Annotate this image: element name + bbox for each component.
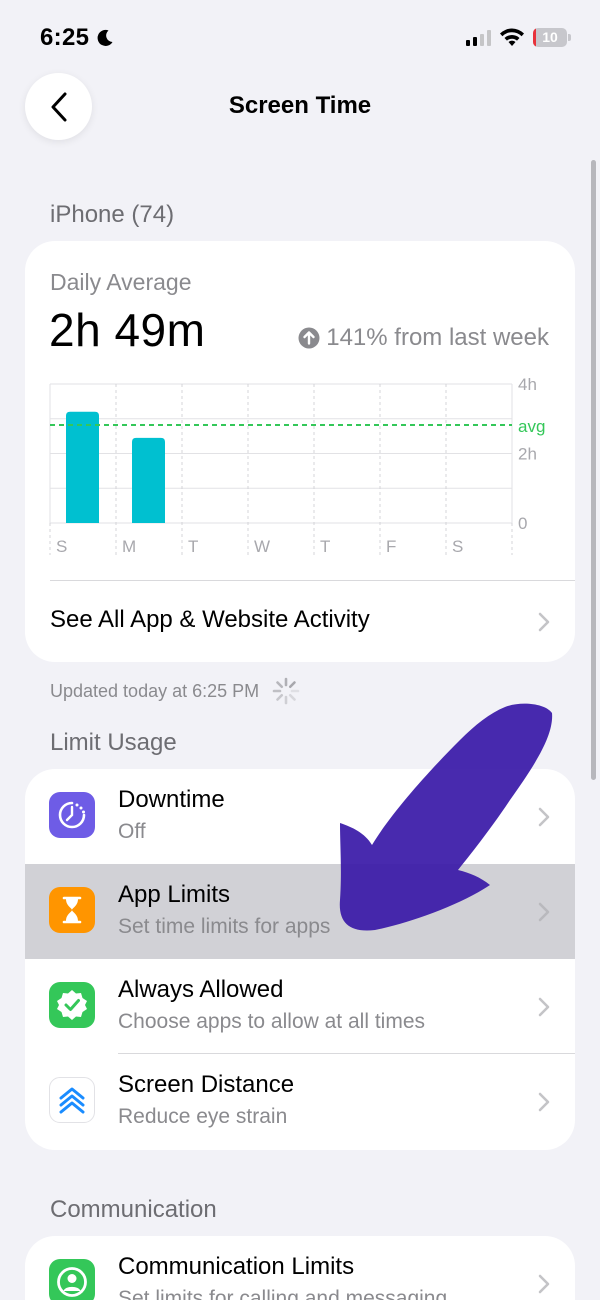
usage-bar-chart: S M T W T F Savg 0 2h 4h [49, 375, 545, 556]
moon-icon [97, 29, 113, 46]
status-bar: 6:25 10 [0, 0, 600, 76]
communication-limits-title: Communication Limits [118, 1253, 355, 1280]
device-section-header: iPhone (74) [50, 201, 175, 228]
chart-x-tick-label: M [122, 537, 136, 556]
chevron-right-icon [538, 1274, 550, 1294]
downtime-subtitle: Off [118, 820, 146, 843]
screen-distance-row[interactable]: Screen Distance Reduce eye strain [25, 1054, 575, 1149]
loading-spinner-icon [272, 677, 300, 705]
scroll-indicator[interactable] [591, 160, 596, 780]
communication-limits-row[interactable]: Communication Limits Set limits for call… [25, 1236, 575, 1300]
chart-x-tick-label: F [386, 537, 396, 556]
status-time-text: 6:25 [40, 24, 90, 51]
app-limits-title: App Limits [118, 881, 231, 908]
communication-card: Communication Limits Set limits for call… [25, 1236, 575, 1300]
battery-level-text: 10 [542, 29, 558, 45]
downtime-title: Downtime [118, 786, 225, 813]
spinner-spoke [276, 693, 284, 701]
downtime-icon [49, 792, 95, 838]
cellular-signal-icon [466, 30, 491, 46]
spinner-spoke [276, 681, 284, 689]
updated-text: Updated today at 6:25 PM [50, 680, 260, 701]
updated-status: Updated today at 6:25 PM [50, 676, 301, 706]
chevron-right-icon [538, 807, 550, 827]
chart-x-tick-label: S [56, 537, 67, 556]
chart-x-tick-label: T [320, 537, 330, 556]
always-allowed-title: Always Allowed [118, 976, 284, 1003]
screen-distance-icon [49, 1077, 95, 1123]
chart-x-tick-label: S [452, 537, 463, 556]
spinner-spoke [289, 681, 296, 689]
chevron-right-icon [538, 902, 550, 922]
daily-average-label: Daily Average [50, 269, 192, 295]
status-time: 6:25 [40, 24, 115, 52]
chart-y-tick-label: 4h [518, 375, 537, 394]
page-title: Screen Time [228, 92, 372, 119]
see-all-activity-label: See All App & Website Activity [50, 606, 370, 633]
chart-bar [66, 411, 99, 523]
chart-x-tick-label: W [254, 537, 270, 556]
person-circle-icon [49, 1259, 95, 1300]
spinner-spoke [289, 693, 296, 701]
wifi-icon [500, 28, 524, 46]
limit-usage-header: Limit Usage [50, 729, 177, 756]
chevron-right-icon [538, 1092, 550, 1112]
trend-text: 141% from last week [326, 324, 549, 351]
communication-limits-subtitle: Set limits for calling and messaging [118, 1287, 448, 1300]
see-all-activity-link[interactable]: See All App & Website Activity [25, 581, 575, 662]
downtime-row[interactable]: Downtime Off [25, 769, 575, 864]
chart-bar [132, 437, 165, 523]
communication-header: Communication [50, 1196, 217, 1223]
hourglass-icon [49, 887, 95, 933]
limit-usage-card: Downtime Off App Limits Set time limits … [25, 769, 575, 1150]
chart-average-label: avg [518, 417, 545, 436]
chevron-right-icon [538, 997, 550, 1017]
chevron-right-icon [538, 612, 550, 632]
chart-y-tick-label: 2h [518, 445, 537, 464]
chart-x-tick-label: T [188, 537, 198, 556]
battery-icon: 10 [533, 28, 571, 47]
always-allowed-row[interactable]: Always Allowed Choose apps to allow at a… [25, 959, 575, 1054]
screen-distance-subtitle: Reduce eye strain [118, 1105, 288, 1128]
daily-average-value: 2h 49m [49, 304, 206, 356]
always-allowed-subtitle: Choose apps to allow at all times [118, 1010, 425, 1033]
app-limits-row[interactable]: App Limits Set time limits for apps [25, 864, 575, 959]
checkmark-seal-icon [49, 982, 95, 1028]
app-limits-subtitle: Set time limits for apps [118, 915, 331, 938]
screen-distance-title: Screen Distance [118, 1071, 295, 1098]
daily-average-card[interactable]: Daily Average 2h 49m 141% from last week… [25, 241, 575, 662]
trend-indicator: 141% from last week [298, 324, 549, 352]
arrow-up-circle-icon [298, 327, 320, 349]
chart-y-tick-label: 0 [518, 514, 527, 533]
